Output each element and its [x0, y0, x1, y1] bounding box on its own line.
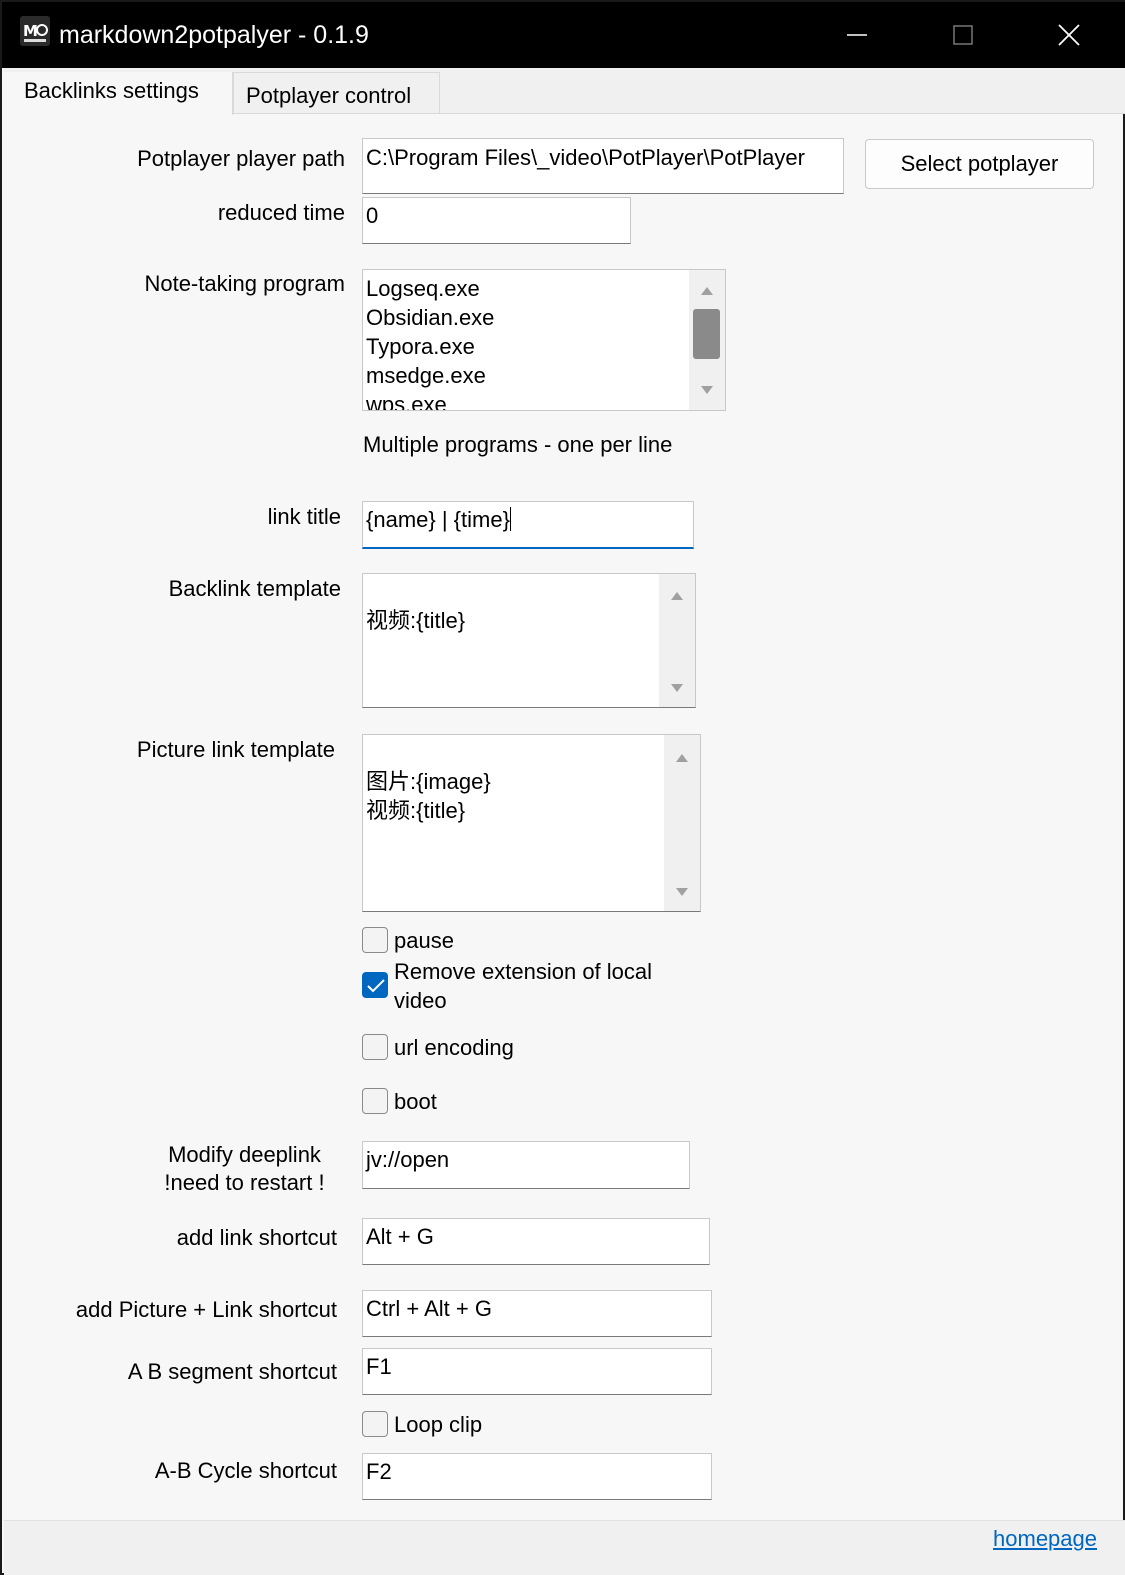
- scroll-down-icon[interactable]: [701, 386, 713, 394]
- backlink-template-textarea[interactable]: 视频:{title}: [362, 573, 696, 708]
- title-bar: M markdown2potpalyer - 0.1.9: [2, 2, 1125, 68]
- app-logo-icon: M: [20, 16, 50, 46]
- link-title-value: {name} | {time}: [366, 507, 510, 532]
- url-encoding-label: url encoding: [394, 1035, 514, 1060]
- close-icon: [1058, 24, 1080, 46]
- potplayer-path-label: Potplayer player path: [137, 146, 345, 171]
- list-item: Typora.exe: [366, 334, 475, 359]
- add-link-shortcut-input[interactable]: Alt + G: [362, 1218, 710, 1265]
- scroll-thumb[interactable]: [693, 309, 720, 359]
- tab-backlinks-settings[interactable]: Backlinks settings: [4, 72, 233, 115]
- pause-checkbox[interactable]: [362, 927, 388, 953]
- picture-link-template-line-1: 图片:{image}: [366, 769, 491, 794]
- list-item: Logseq.exe: [366, 276, 480, 301]
- list-item: msedge.exe: [366, 363, 486, 388]
- scroll-up-icon[interactable]: [701, 287, 713, 295]
- add-picture-link-shortcut-input[interactable]: Ctrl + Alt + G: [362, 1290, 712, 1337]
- tab-potplayer-control[interactable]: Potplayer control: [233, 72, 440, 114]
- note-program-scrollbar[interactable]: [689, 270, 725, 410]
- checkmark-icon: [367, 979, 385, 993]
- backlink-template-scrollbar[interactable]: [659, 574, 695, 707]
- ab-cycle-shortcut-input[interactable]: F2: [362, 1453, 712, 1500]
- backlink-template-line: 视频:{title}: [366, 608, 466, 633]
- picture-link-template-line-2: 视频:{title}: [366, 798, 466, 823]
- reduced-time-input[interactable]: 0: [362, 197, 631, 244]
- app-window: M markdown2potpalyer - 0.1.9 Backlinks s…: [0, 0, 1125, 1575]
- minimize-icon: [847, 34, 867, 36]
- picture-link-template-textarea[interactable]: 图片:{image} 视频:{title}: [362, 734, 701, 912]
- link-title-label: link title: [267, 504, 341, 529]
- window-title: markdown2potpalyer - 0.1.9: [59, 21, 369, 49]
- backlink-template-label: Backlink template: [168, 576, 341, 601]
- note-program-list[interactable]: Logseq.exe Obsidian.exe Typora.exe msedg…: [362, 269, 726, 411]
- status-bar: homepage: [4, 1520, 1125, 1575]
- scroll-up-icon[interactable]: [671, 592, 683, 600]
- select-potplayer-button[interactable]: Select potplayer: [865, 139, 1094, 189]
- close-button[interactable]: [1016, 2, 1122, 68]
- add-picture-link-shortcut-label: add Picture + Link shortcut: [75, 1297, 337, 1322]
- list-item: wps.exe: [366, 392, 447, 411]
- loop-clip-checkbox[interactable]: [362, 1411, 388, 1437]
- boot-label: boot: [394, 1089, 437, 1114]
- pause-label: pause: [394, 928, 454, 953]
- reduced-time-label: reduced time: [217, 200, 345, 225]
- scroll-down-icon[interactable]: [671, 684, 683, 692]
- potplayer-path-input[interactable]: C:\Program Files\_video\PotPlayer\PotPla…: [362, 138, 844, 194]
- picture-link-template-scrollbar[interactable]: [664, 735, 700, 911]
- deeplink-label-line-2: !need to restart !: [164, 1170, 325, 1195]
- svg-text:M: M: [23, 22, 38, 40]
- list-item: Obsidian.exe: [366, 305, 495, 330]
- maximize-icon: [953, 25, 973, 45]
- link-title-input[interactable]: {name} | {time}: [362, 501, 694, 549]
- note-program-label: Note-taking program: [144, 271, 345, 296]
- scroll-up-icon[interactable]: [676, 754, 688, 762]
- tab-strip: Backlinks settings Potplayer control: [4, 68, 1125, 115]
- deeplink-label-line-1: Modify deeplink: [168, 1142, 321, 1167]
- minimize-button[interactable]: [804, 2, 910, 68]
- homepage-link[interactable]: homepage: [993, 1525, 1097, 1553]
- deeplink-input[interactable]: jv://open: [362, 1141, 690, 1189]
- ab-segment-shortcut-input[interactable]: F1: [362, 1348, 712, 1395]
- note-program-hint: Multiple programs - one per line: [363, 432, 673, 457]
- remove-extension-label: Remove extension of local video: [394, 959, 653, 1013]
- ab-segment-shortcut-label: A B segment shortcut: [127, 1359, 337, 1384]
- note-program-items: Logseq.exe Obsidian.exe Typora.exe msedg…: [363, 270, 725, 411]
- ab-cycle-shortcut-label: A-B Cycle shortcut: [154, 1458, 337, 1483]
- text-caret: [509, 507, 511, 531]
- picture-link-template-label: Picture link template: [136, 737, 335, 762]
- boot-checkbox[interactable]: [362, 1088, 388, 1114]
- add-link-shortcut-label: add link shortcut: [176, 1225, 337, 1250]
- maximize-button[interactable]: [910, 2, 1016, 68]
- scroll-down-icon[interactable]: [676, 888, 688, 896]
- deeplink-label: Modify deeplink !need to restart !: [152, 1141, 337, 1197]
- remove-extension-checkbox[interactable]: [362, 972, 388, 998]
- url-encoding-checkbox[interactable]: [362, 1034, 388, 1060]
- loop-clip-label: Loop clip: [394, 1412, 483, 1437]
